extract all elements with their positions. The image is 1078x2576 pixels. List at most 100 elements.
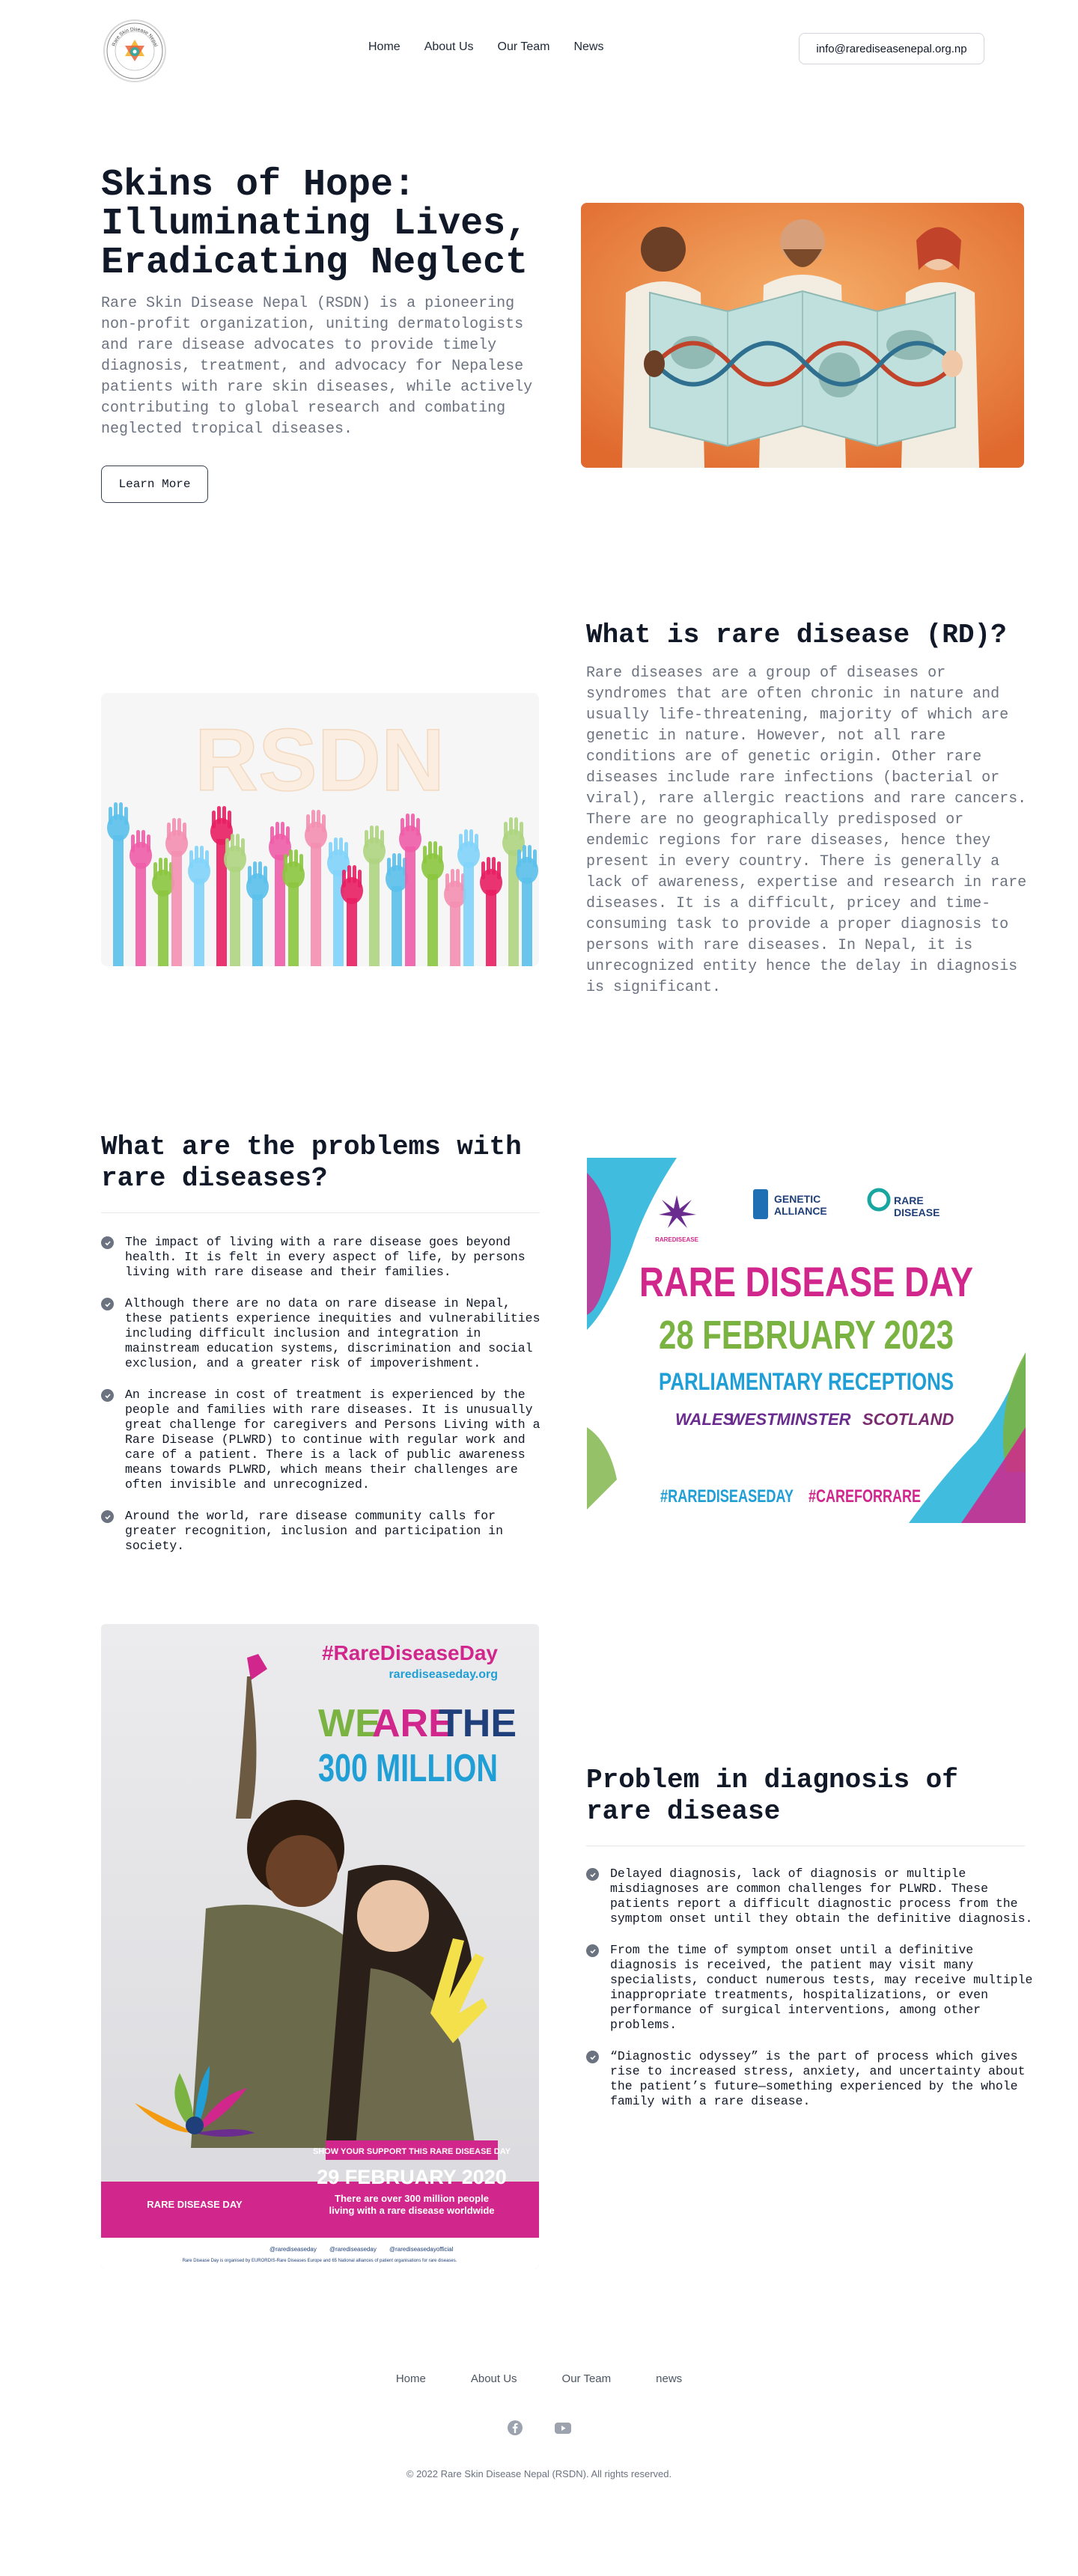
poster-date: 28 FEBRUARY 2023 (659, 1313, 954, 1358)
check-circle-icon (586, 2051, 599, 2063)
rsdn-watermark-text: RSDN (195, 711, 445, 810)
hand-finger (411, 814, 415, 831)
problems-title: What are the problems with rare diseases… (101, 1132, 522, 1194)
hand-finger (153, 862, 157, 880)
hand-finger (475, 834, 478, 852)
hand-arm (486, 890, 496, 966)
problem-text: The impact of living with a rare disease… (125, 1235, 526, 1279)
hand-finger (109, 807, 112, 825)
hero-carousel[interactable] (581, 203, 1024, 468)
hand-finger (131, 834, 135, 852)
footer-nav: Home About Us Our Team news (0, 2372, 1078, 2385)
hand-finger (392, 853, 396, 871)
hero-section: Skins of Hope: Illuminating Lives, Eradi… (0, 97, 1078, 516)
poster-date-2020: 29 FEBRUARY 2020 (317, 2166, 507, 2188)
copyright-text: © 2022 Rare Skin Disease Nepal (RSDN). A… (406, 2468, 672, 2479)
poster-logo-3a: RARE (894, 1194, 924, 1206)
poster-2020-graphic: #RareDiseaseDay rarediseaseday.org WE AR… (101, 1624, 539, 2269)
hand-finger (451, 869, 454, 887)
footer-nav-our-team[interactable]: Our Team (562, 2372, 612, 2385)
footer-nav-news[interactable]: news (656, 2372, 682, 2385)
hand-finger (365, 830, 368, 848)
hand-finger (200, 846, 204, 864)
hand-finger (124, 807, 128, 825)
check-circle-icon (101, 1389, 114, 1402)
poster-300-million: 300 MILLION (318, 1747, 498, 1790)
hand-arm (450, 902, 460, 966)
hand-finger (241, 838, 245, 856)
hand-finger (248, 866, 252, 884)
check-circle-icon (101, 1236, 114, 1249)
rare-disease-title: What is rare disease (RD)? (586, 620, 1007, 650)
hand-finger (517, 849, 521, 867)
problems-divider (101, 1212, 540, 1213)
list-item: The impact of living with a rare disease… (101, 1235, 543, 1280)
site-header: Rare Skin Disease Nepal Home About Us Ou… (0, 0, 1078, 97)
hand-finger (164, 858, 168, 876)
diagnosis-text: “Diagnostic odyssey” is the part of proc… (610, 2049, 1026, 2108)
hand-finger (428, 841, 432, 859)
hand-finger (294, 849, 298, 867)
poster-people-1: There are over 300 million people (335, 2193, 489, 2204)
nav-our-team[interactable]: Our Team (498, 40, 550, 54)
nav-home[interactable]: Home (368, 40, 401, 54)
hand-finger (387, 858, 391, 876)
hand-arm (158, 891, 168, 966)
diagnosis-section: #RareDiseaseDay rarediseaseday.org WE AR… (0, 1624, 1078, 2372)
hand-finger (222, 806, 226, 824)
social-links (0, 2419, 1078, 2437)
footer-nav-about-us[interactable]: About Us (471, 2372, 517, 2385)
poster-support: SHOW YOUR SUPPORT THIS RARE DISEASE DAY (313, 2147, 511, 2156)
hand-finger (205, 850, 209, 868)
list-item: Delayed diagnosis, lack of diagnosis or … (586, 1867, 1035, 1926)
rare-disease-day-2020-poster: #RareDiseaseDay rarediseaseday.org WE AR… (101, 1624, 539, 2269)
hand-arm (427, 874, 438, 966)
facebook-icon[interactable] (506, 2419, 524, 2437)
footer-nav-home[interactable]: Home (396, 2372, 426, 2385)
poster-hashtag: #RareDiseaseDay (322, 1641, 498, 1664)
site-footer: Home About Us Our Team news © 2022 Rare … (0, 2372, 1078, 2576)
hand-arm (252, 894, 263, 966)
hand-arm (369, 858, 380, 966)
hand-finger (375, 825, 379, 843)
hand-finger (183, 822, 186, 840)
rsdn-hands-image: RSDN (101, 693, 539, 966)
hand-arm (171, 851, 182, 966)
youtube-icon[interactable] (554, 2419, 572, 2437)
poster-tag-1: #RAREDISEASEDAY (660, 1486, 794, 1507)
logo-emblem-icon: Rare Skin Disease Nepal (106, 22, 163, 79)
list-item: Around the world, rare disease community… (101, 1509, 543, 1554)
hand-arm (347, 898, 357, 966)
diagnosis-text: Delayed diagnosis, lack of diagnosis or … (610, 1867, 1033, 1926)
hand-finger (464, 829, 468, 847)
check-circle-icon (586, 1944, 599, 1957)
hand-arm (463, 862, 474, 966)
hand-finger (358, 870, 362, 888)
hand-finger (306, 814, 310, 832)
hand-finger (275, 822, 279, 840)
hand-finger (329, 842, 332, 860)
hand-finger (177, 818, 181, 836)
rare-disease-paragraph-2: There are no geographically predisposed … (586, 811, 1027, 996)
hand-finger (520, 822, 523, 840)
doctors-dna-map-illustration (581, 203, 1024, 468)
nav-news[interactable]: News (573, 40, 603, 54)
hand-arm (230, 867, 240, 966)
check-circle-icon (101, 1510, 114, 1523)
poster-logo-1: RAREDISEASE (655, 1236, 698, 1243)
hand-finger (481, 861, 485, 879)
main-nav: Home About Us Our Team News (368, 40, 603, 54)
hand-finger (459, 834, 463, 852)
hand-finger (334, 837, 338, 855)
hand-finger (406, 814, 409, 831)
hand-finger (523, 845, 526, 863)
email-button[interactable]: info@rarediseasenepal.org.np (799, 33, 984, 64)
nav-about-us[interactable]: About Us (424, 40, 474, 54)
learn-more-button[interactable]: Learn More (101, 466, 208, 503)
hand-finger (487, 857, 490, 875)
hand-finger (264, 866, 267, 884)
hand-finger (281, 822, 284, 840)
poster-place-westminster: WESTMINSTER (729, 1410, 851, 1429)
hand-finger (533, 849, 537, 867)
site-logo[interactable]: Rare Skin Disease Nepal (103, 19, 166, 82)
